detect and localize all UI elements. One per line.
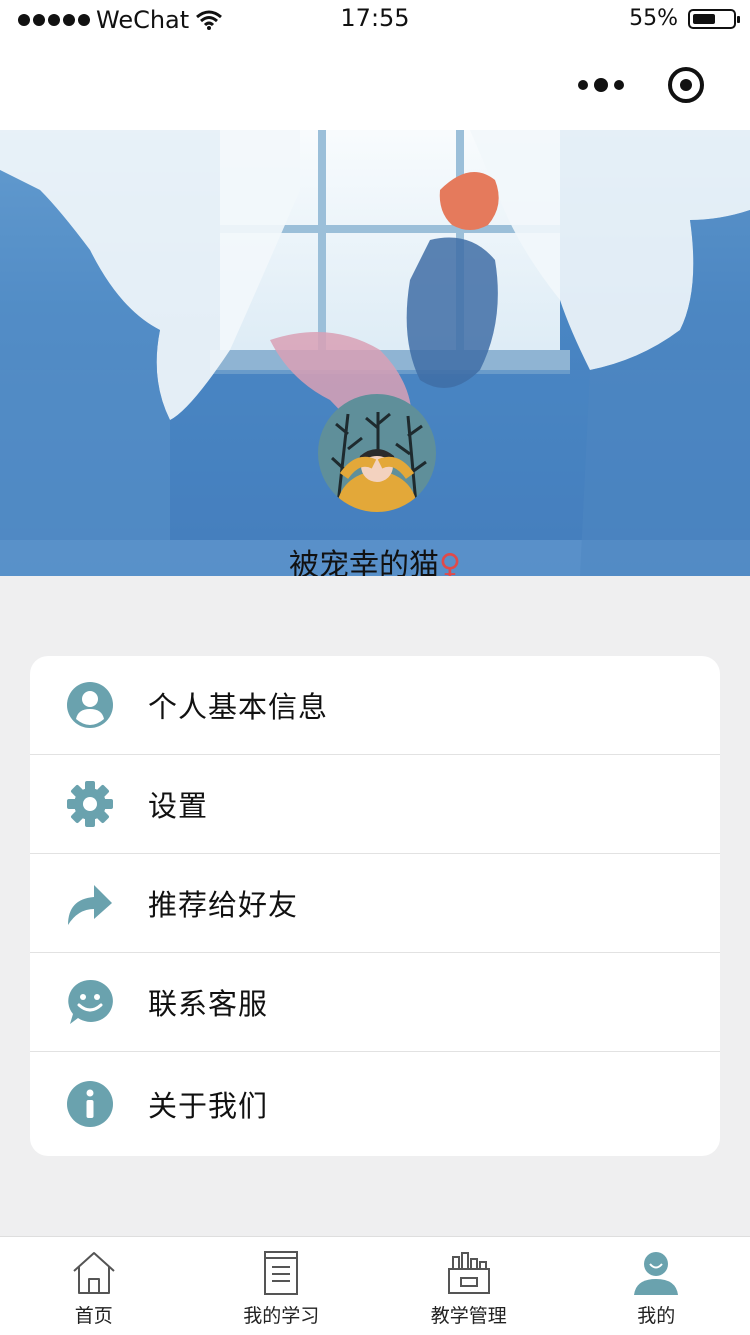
close-miniprogram-icon[interactable] xyxy=(668,67,704,103)
menu-item-label: 设置 xyxy=(148,783,208,825)
nav-bar xyxy=(0,40,750,130)
menu-item-label: 关于我们 xyxy=(148,1083,268,1125)
chat-smile-icon xyxy=(66,978,114,1026)
status-right: 55% xyxy=(629,6,736,31)
tab-label: 教学管理 xyxy=(375,1301,563,1328)
menu-item-share[interactable]: 推荐给好友 xyxy=(30,854,720,953)
user-icon xyxy=(632,1249,680,1297)
tab-my-study[interactable]: 我的学习 xyxy=(188,1237,376,1335)
management-icon xyxy=(445,1249,493,1297)
share-arrow-icon xyxy=(66,879,114,927)
battery-icon xyxy=(688,9,736,29)
more-menu-icon[interactable] xyxy=(578,72,624,98)
gender-icon: ♀ xyxy=(439,548,461,576)
status-bar: WeChat 17:55 55% xyxy=(0,0,750,40)
tab-bar: 首页 我的学习 教学管理 我的 xyxy=(0,1236,750,1335)
tab-label: 我的 xyxy=(563,1301,750,1328)
avatar-image xyxy=(318,394,436,512)
menu-card: 个人基本信息 设置 推荐给好友 xyxy=(30,656,720,1156)
menu-item-label: 个人基本信息 xyxy=(148,684,328,726)
menu-item-about-us[interactable]: 关于我们 xyxy=(30,1052,720,1156)
battery-percent: 55% xyxy=(629,6,678,31)
menu-item-label: 联系客服 xyxy=(148,981,268,1023)
tab-teaching-management[interactable]: 教学管理 xyxy=(375,1237,563,1335)
home-icon xyxy=(70,1249,118,1297)
tab-label: 首页 xyxy=(0,1301,188,1328)
gear-icon xyxy=(66,780,114,828)
menu-item-settings[interactable]: 设置 xyxy=(30,755,720,854)
tab-home[interactable]: 首页 xyxy=(0,1237,188,1335)
menu-item-label: 推荐给好友 xyxy=(148,882,298,924)
username: 被宠幸的猫♀ xyxy=(0,540,750,576)
avatar[interactable] xyxy=(318,394,436,512)
menu-item-profile-info[interactable]: 个人基本信息 xyxy=(30,656,720,755)
notebook-icon xyxy=(257,1249,305,1297)
user-circle-icon xyxy=(66,681,114,729)
profile-banner: 被宠幸的猫♀ xyxy=(0,130,750,576)
info-icon xyxy=(66,1080,114,1128)
tab-mine[interactable]: 我的 xyxy=(563,1237,750,1335)
username-text: 被宠幸的猫 xyxy=(289,548,439,576)
tab-label: 我的学习 xyxy=(188,1301,376,1328)
menu-item-customer-service[interactable]: 联系客服 xyxy=(30,953,720,1052)
